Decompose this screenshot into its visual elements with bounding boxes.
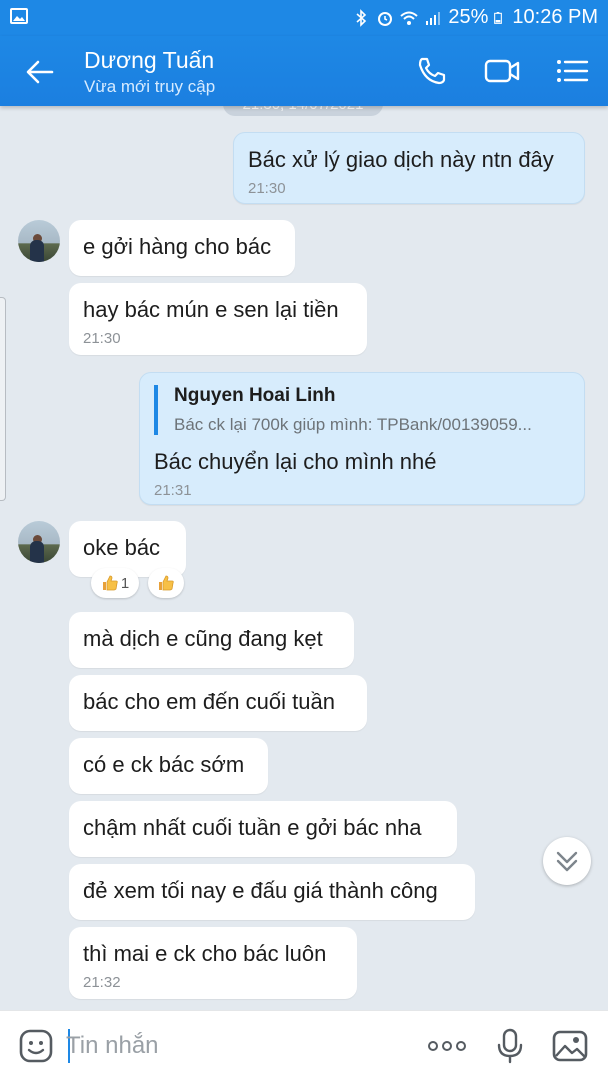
incoming-message[interactable]: thì mai e ck cho bác luôn 21:32 [69,927,357,999]
message-input[interactable] [66,1029,406,1063]
reaction-summary[interactable]: 1 [91,568,139,598]
incoming-message[interactable]: hay bác mún e sen lại tiền 21:30 [69,283,367,355]
incoming-message[interactable]: e gởi hàng cho bác [69,220,295,276]
date-separator: 21:30, 14/07/2021 [223,106,383,116]
outgoing-reply-message[interactable]: Nguyen Hoai Linh Bác ck lại 700k giúp mì… [139,372,585,505]
microphone-icon[interactable] [492,1028,528,1064]
image-icon [10,8,28,24]
double-chevron-down-icon [556,851,578,872]
message-text: oke bác [83,535,161,560]
clock: 10:26 PM [512,6,598,28]
message-text: mà dịch e cũng đang kẹt [83,626,323,651]
quoted-sender: Nguyen Hoai Linh [174,385,336,406]
chat-header: Dương Tuấn Vừa mới truy cập [0,36,608,106]
more-icon[interactable] [427,1028,467,1064]
battery-percent: 25% [448,6,489,28]
message-text: Bác chuyển lại cho mình nhé [154,449,437,474]
add-reaction-button[interactable] [148,568,184,598]
message-text: đẻ xem tối nay e đấu giá thành công [83,878,438,903]
message-time: 21:31 [154,482,192,499]
sticker-icon[interactable] [18,1028,54,1064]
composer-bar [0,1010,608,1080]
menu-list-icon[interactable] [555,55,591,87]
message-text: chậm nhất cuối tuần e gởi bác nha [83,815,422,840]
incoming-message[interactable]: chậm nhất cuối tuần e gởi bác nha [69,801,457,857]
alarm-icon [378,11,393,26]
wifi-icon [400,11,419,25]
reaction-count: 1 [120,574,130,592]
message-text: Bác xử lý giao dịch này ntn đây [248,147,554,172]
incoming-message[interactable]: mà dịch e cũng đang kẹt [69,612,354,668]
scroll-to-bottom-button[interactable] [543,837,591,885]
message-text: e gởi hàng cho bác [83,234,272,259]
contact-avatar[interactable] [18,521,60,563]
battery-icon [494,11,503,24]
bluetooth-icon [356,8,367,27]
back-arrow-icon[interactable] [24,56,56,88]
thumbs-up-icon [102,575,118,591]
message-time: 21:32 [83,974,121,991]
status-bar: 25% 10:26 PM [0,0,608,36]
message-time: 21:30 [248,180,286,197]
incoming-message[interactable]: có e ck bác sớm [69,738,268,794]
incoming-message[interactable]: bác cho em đến cuối tuần [69,675,367,731]
gallery-icon[interactable] [552,1028,588,1064]
side-drawer-handle[interactable] [0,297,6,501]
quoted-message[interactable]: Nguyen Hoai Linh Bác ck lại 700k giúp mì… [154,385,570,435]
message-text: bác cho em đến cuối tuần [83,689,335,714]
phone-icon[interactable] [414,55,450,87]
outgoing-message[interactable]: Bác xử lý giao dịch này ntn đây 21:30 [233,132,585,204]
contact-avatar[interactable] [18,220,60,262]
incoming-message[interactable]: đẻ xem tối nay e đấu giá thành công [69,864,475,920]
message-text: hay bác mún e sen lại tiền [83,297,339,322]
thumbs-up-icon [159,575,174,591]
last-seen-status: Vừa mới truy cập [84,77,216,96]
message-time: 21:30 [83,330,121,347]
signal-icon [426,11,441,25]
video-call-icon[interactable] [484,55,520,87]
message-text: thì mai e ck cho bác luôn [83,941,327,966]
message-list[interactable]: 21:30, 14/07/2021 Bác xử lý giao dịch nà… [0,106,608,1010]
contact-name[interactable]: Dương Tuấn [84,47,214,74]
quoted-text: Bác ck lại 700k giúp mình: TPBank/001390… [174,415,532,434]
message-text: có e ck bác sớm [83,752,245,777]
